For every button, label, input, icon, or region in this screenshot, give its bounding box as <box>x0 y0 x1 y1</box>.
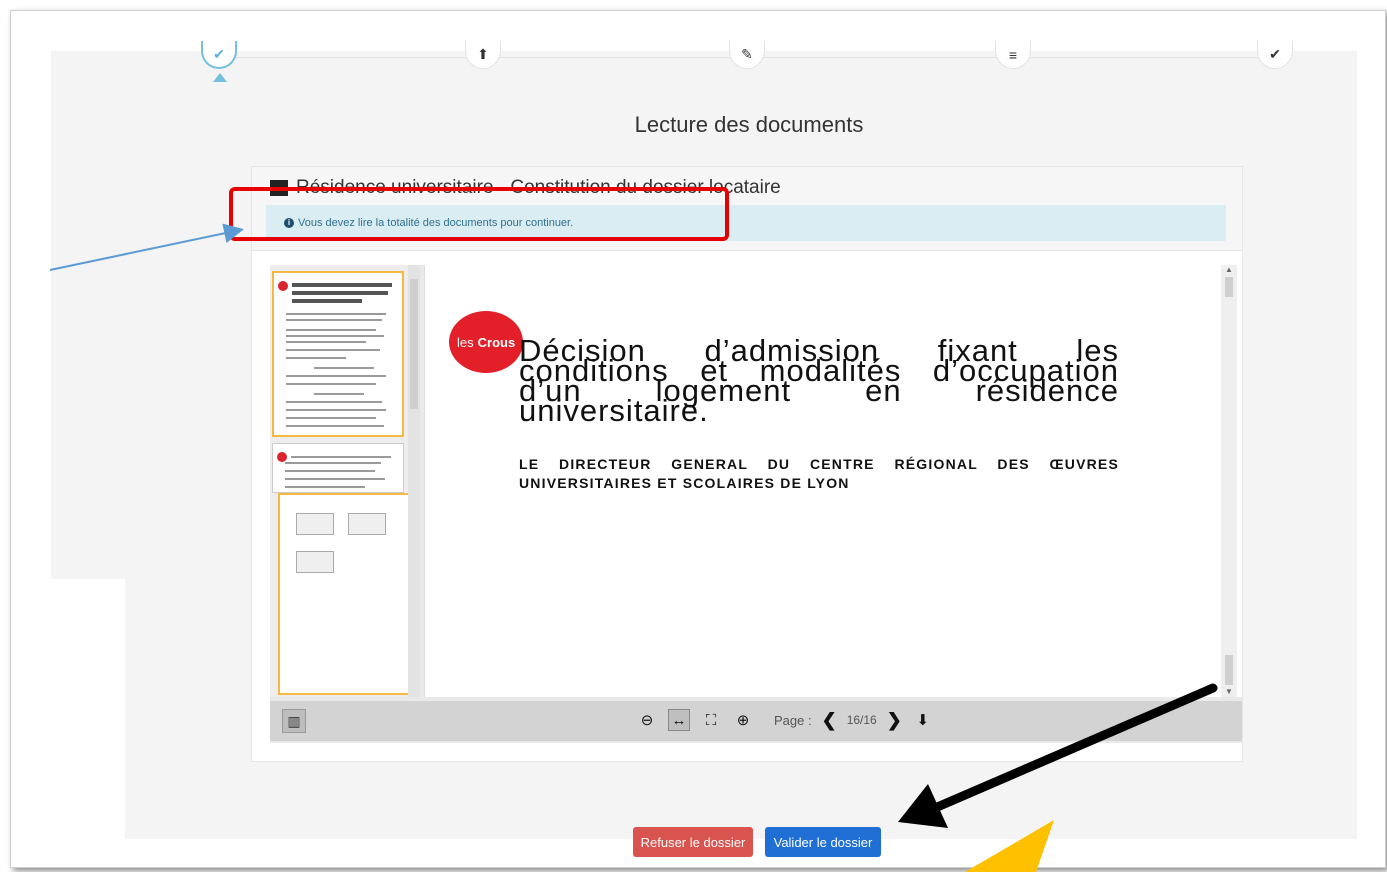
annotation-arrows <box>49 223 1218 872</box>
annotation-blue-arrow <box>49 223 244 271</box>
annotation-yellow-arrow <box>965 820 1054 872</box>
annotation-black-arrow <box>898 683 1218 828</box>
